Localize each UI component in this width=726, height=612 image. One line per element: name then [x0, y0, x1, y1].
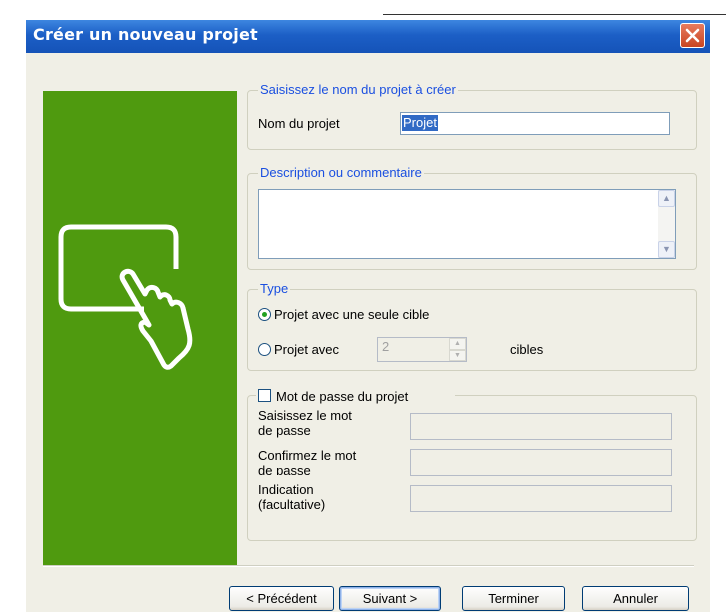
- type-group: Type Projet avec une seule cible Projet …: [247, 281, 697, 371]
- type-legend: Type: [258, 281, 291, 297]
- description-scrollbar[interactable]: ▲ ▼: [658, 190, 675, 258]
- top-border-line: [383, 14, 726, 15]
- next-button[interactable]: Suivant >: [339, 586, 441, 611]
- finish-button[interactable]: Terminer: [462, 586, 565, 611]
- side-banner: [43, 91, 237, 565]
- title-bar[interactable]: Créer un nouveau projet: [26, 20, 710, 53]
- single-target-label[interactable]: Projet avec une seule cible: [274, 307, 429, 322]
- enter-password-label-line2: de passe: [258, 423, 311, 438]
- password-group: Mot de passe du projet Saisissez le mot …: [247, 388, 697, 541]
- single-target-radio[interactable]: [258, 308, 271, 321]
- hint-label-line2: (facultative): [258, 497, 326, 512]
- target-count-spinner: 2 ▲ ▼: [377, 337, 467, 362]
- enter-password-label-line1: Saisissez le mot: [258, 408, 352, 423]
- close-icon: [685, 28, 700, 43]
- spin-down-icon: ▼: [449, 349, 466, 361]
- confirm-password-label-line1: Confirmez le mot: [258, 448, 357, 463]
- project-name-legend: Saisissez le nom du projet à créer: [258, 82, 458, 98]
- scroll-down-icon[interactable]: ▼: [658, 241, 675, 258]
- multi-target-label[interactable]: Projet avec: [274, 342, 339, 357]
- footer-separator: [43, 565, 694, 567]
- window-title: Créer un nouveau projet: [33, 25, 258, 44]
- close-button[interactable]: [680, 23, 705, 48]
- password-legend: Mot de passe du projet: [256, 388, 455, 406]
- spinner-buttons: ▲ ▼: [449, 338, 466, 361]
- targets-suffix-label: cibles: [510, 342, 544, 357]
- scroll-up-icon[interactable]: ▲: [658, 190, 675, 207]
- enter-password-input[interactable]: [410, 413, 672, 440]
- project-name-group: Saisissez le nom du projet à créer Nom d…: [247, 82, 697, 150]
- multi-target-radio[interactable]: [258, 343, 271, 356]
- dialog-body: Saisissez le nom du projet à créer Nom d…: [26, 53, 710, 612]
- description-group: Description ou commentaire ▲ ▼: [247, 165, 697, 270]
- project-name-label: Nom du projet: [258, 116, 340, 131]
- target-count-value: 2: [382, 339, 390, 354]
- confirm-password-label-line2: de passe: [258, 463, 311, 475]
- touch-screen-icon: [58, 224, 193, 370]
- password-checkbox[interactable]: [258, 389, 271, 402]
- hint-input[interactable]: [410, 485, 672, 512]
- description-textarea[interactable]: ▲ ▼: [258, 189, 676, 259]
- password-checkbox-label[interactable]: Mot de passe du projet: [276, 389, 408, 404]
- project-name-value: Projet: [402, 115, 438, 131]
- spin-up-icon: ▲: [449, 338, 466, 350]
- cancel-button[interactable]: Annuler: [582, 586, 689, 611]
- confirm-password-input[interactable]: [410, 449, 672, 476]
- hint-label-line1: Indication: [258, 482, 314, 497]
- project-name-input[interactable]: Projet: [400, 112, 670, 135]
- previous-button[interactable]: < Précédent: [229, 586, 334, 611]
- dialog-window: Créer un nouveau projet Saisissez le nom…: [26, 20, 710, 612]
- description-legend: Description ou commentaire: [258, 165, 424, 181]
